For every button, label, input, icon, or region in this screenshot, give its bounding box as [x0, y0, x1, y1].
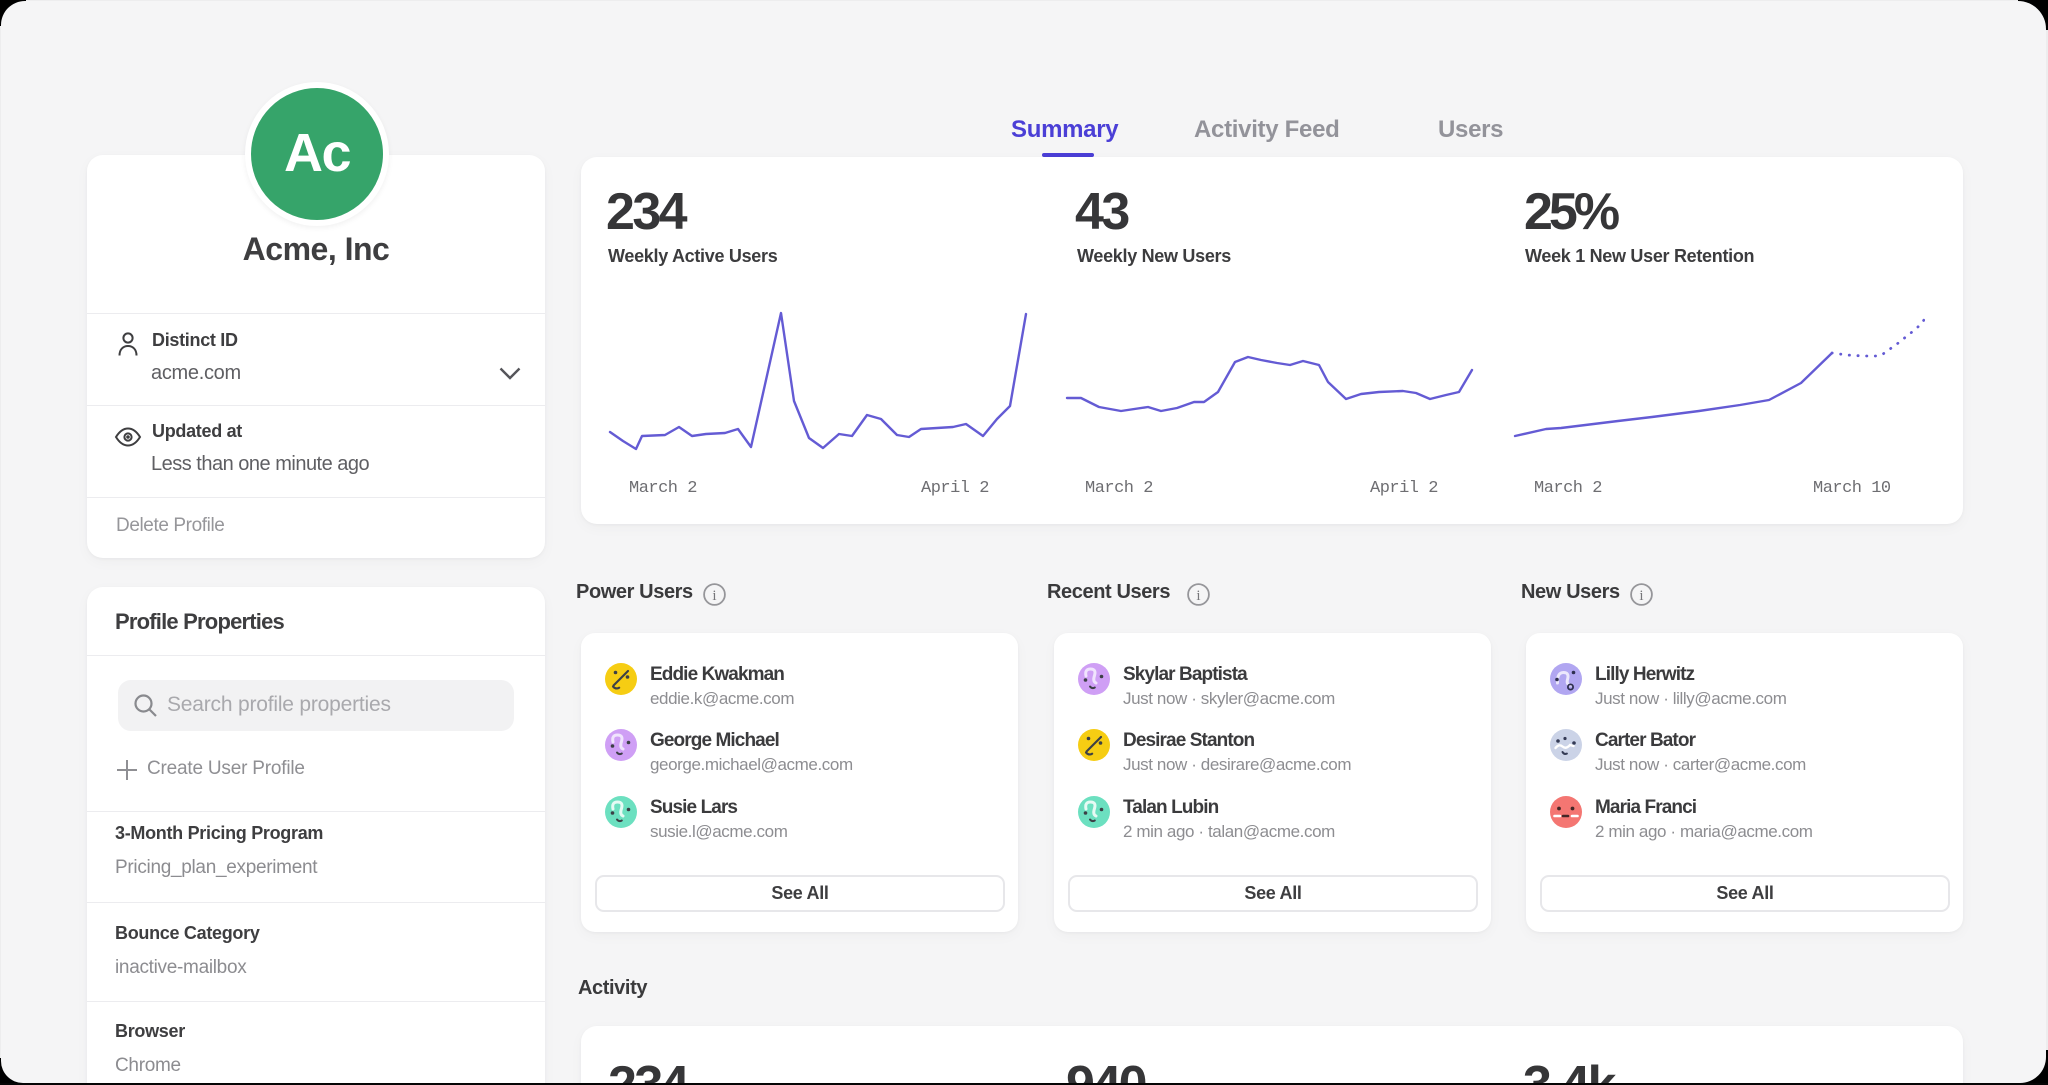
svg-text:i: i: [1196, 588, 1200, 604]
svg-text:i: i: [1639, 588, 1643, 604]
svg-text:i: i: [712, 588, 716, 604]
